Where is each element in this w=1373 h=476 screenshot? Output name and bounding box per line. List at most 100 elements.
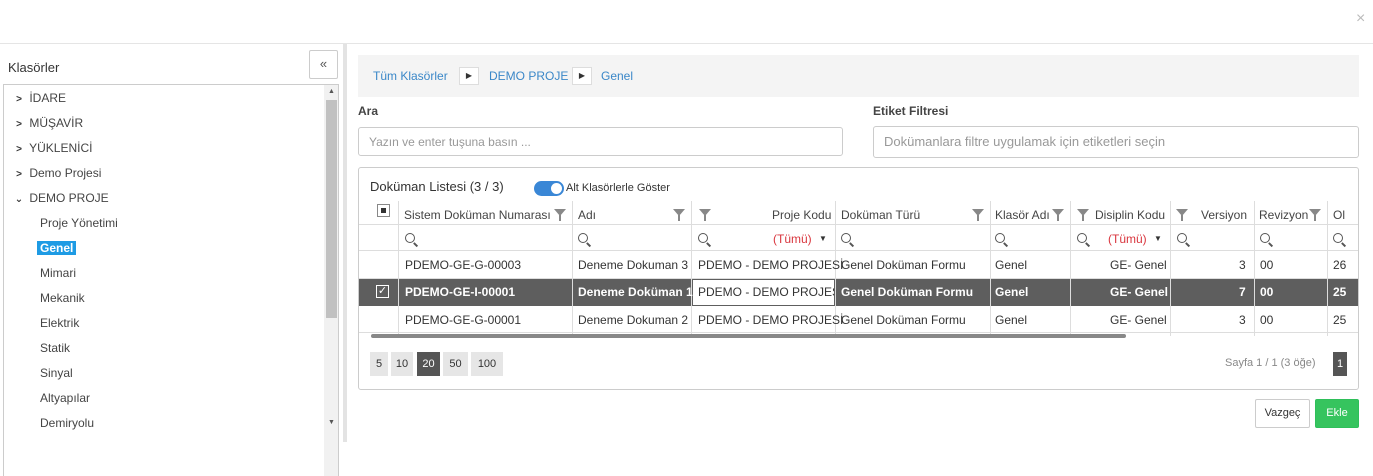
column-header-folder-name[interactable]: Klasör Adı [995, 204, 1050, 228]
page-size-5[interactable]: 5 [370, 352, 388, 376]
scroll-thumb[interactable] [326, 100, 337, 318]
cell-version: 3 [1239, 313, 1246, 327]
breadcrumb: Tüm Klasörler ▶ DEMO PROJE ▶ Genel [358, 55, 1359, 97]
chevron-right-icon[interactable]: > [12, 115, 26, 135]
discipline-filter-select[interactable]: (Tümü) [1108, 232, 1147, 246]
tree-item-musavir[interactable]: > MÜŞAVİR [12, 113, 83, 133]
column-header-name[interactable]: Adı [578, 204, 596, 228]
folder-panel-title: Klasörler [8, 60, 60, 75]
tree-item-genel[interactable]: Genel [37, 238, 77, 258]
project-code-filter-select[interactable]: (Tümü) [773, 232, 812, 246]
column-header-ol[interactable]: Ol [1333, 204, 1345, 228]
chevron-right-icon[interactable]: ▶ [459, 67, 479, 85]
filter-icon[interactable] [1176, 209, 1188, 221]
column-header-discipline-code[interactable]: Disiplin Kodu [1095, 204, 1165, 228]
column-header-system-no[interactable]: Sistem Doküman Numarası [404, 204, 551, 228]
search-icon[interactable] [1260, 233, 1270, 243]
column-divider [398, 201, 399, 336]
tree-item-label: Sinyal [40, 366, 73, 380]
column-header-revision[interactable]: Revizyon [1259, 204, 1308, 228]
search-icon[interactable] [1077, 233, 1087, 243]
tree-item-label: YÜKLENİCİ [29, 141, 93, 155]
tree-item-mimari[interactable]: Mimari [40, 263, 76, 283]
filter-icon[interactable] [673, 209, 685, 221]
search-icon[interactable] [1177, 233, 1187, 243]
page-size-20[interactable]: 20 [417, 352, 440, 376]
close-icon[interactable]: × [1356, 10, 1365, 28]
row-checkbox[interactable]: ✓ [376, 285, 389, 298]
filter-icon[interactable] [1077, 209, 1089, 221]
tree-item-label: Statik [40, 341, 71, 355]
select-all-checkbox[interactable] [377, 204, 390, 217]
tree-item-statik[interactable]: Statik [40, 338, 70, 358]
subfolders-toggle[interactable] [534, 181, 564, 196]
cell-revision: 00 [1260, 285, 1274, 299]
filter-row-divider [359, 250, 1358, 251]
page-size-100[interactable]: 100 [471, 352, 503, 376]
tree-item-demo-projesi[interactable]: > Demo Projesi [12, 163, 101, 183]
search-icon[interactable] [698, 233, 708, 243]
cancel-button[interactable]: Vazgeç [1255, 399, 1310, 428]
page-button-1[interactable]: 1 [1333, 352, 1347, 376]
cell-system-no: PDEMO-GE-G-00003 [405, 258, 522, 272]
page-size-50[interactable]: 50 [443, 352, 468, 376]
column-header-project-code[interactable]: Proje Kodu [772, 204, 831, 228]
tree-item-sinyal[interactable]: Sinyal [40, 363, 73, 383]
filter-icon[interactable] [554, 209, 566, 221]
cell-name: Deneme Dokuman 2 [578, 313, 689, 327]
cell-discipline-code: GE- Genel [1110, 258, 1167, 272]
search-icon[interactable] [405, 233, 415, 243]
tree-item-mekanik[interactable]: Mekanik [40, 288, 85, 308]
breadcrumb-item-genel[interactable]: Genel [601, 69, 633, 83]
column-header-document-type[interactable]: Doküman Türü [841, 204, 920, 228]
breadcrumb-item-demo-proje[interactable]: DEMO PROJE [489, 69, 568, 83]
chevron-right-icon[interactable]: > [12, 140, 26, 160]
filter-icon[interactable] [1309, 209, 1321, 221]
cell-name: Deneme Doküman 1 [578, 285, 693, 299]
search-icon[interactable] [578, 233, 588, 243]
tree-item-proje-yonetimi[interactable]: Proje Yönetimi [40, 213, 118, 233]
tree-item-label: Proje Yönetimi [40, 216, 118, 230]
cell-project-code: PDEMO - DEMO PROJESİ [698, 258, 844, 272]
search-input[interactable]: Yazın ve enter tuşuna basın ... [358, 127, 843, 156]
chevron-right-icon[interactable]: > [12, 90, 26, 110]
chevron-right-icon[interactable]: > [12, 165, 26, 185]
tree-scrollbar[interactable]: ▲ ▼ [324, 85, 338, 476]
add-button[interactable]: Ekle [1315, 399, 1359, 428]
chevron-right-icon[interactable]: ▶ [572, 67, 592, 85]
chevron-down-icon[interactable]: ▼ [819, 234, 827, 243]
panel-splitter[interactable] [343, 44, 347, 442]
chevron-down-icon[interactable]: ▼ [1154, 234, 1162, 243]
search-icon[interactable] [1333, 233, 1343, 243]
search-icon[interactable] [995, 233, 1005, 243]
search-icon[interactable] [841, 233, 851, 243]
page-info: Sayfa 1 / 1 (3 öğe) [1225, 357, 1316, 369]
collapse-panel-button[interactable]: « [309, 50, 338, 79]
scroll-down-icon[interactable]: ▼ [326, 417, 337, 429]
tree-item-elektrik[interactable]: Elektrik [40, 313, 79, 333]
column-divider [1254, 201, 1255, 336]
tree-item-label: DEMO PROJE [29, 191, 109, 205]
chevron-down-icon[interactable]: ⌄ [12, 190, 26, 210]
column-header-version[interactable]: Versiyon [1201, 204, 1247, 228]
filter-icon[interactable] [972, 209, 984, 221]
filter-icon[interactable] [1052, 209, 1064, 221]
cell-name: Deneme Dokuman 3 [578, 258, 689, 272]
tree-item-demo-proje[interactable]: ⌄ DEMO PROJE [12, 188, 109, 208]
tree-item-yuklenici[interactable]: > YÜKLENİCİ [12, 138, 92, 158]
tree-item-idare[interactable]: > İDARE [12, 88, 66, 108]
horizontal-scrollbar[interactable] [371, 334, 1126, 338]
filter-icon[interactable] [699, 209, 711, 221]
breadcrumb-item-all[interactable]: Tüm Klasörler [373, 69, 448, 83]
scroll-up-icon[interactable]: ▲ [326, 86, 337, 98]
tree-item-altyapilar[interactable]: Altyapılar [40, 388, 90, 408]
cell-revision: 00 [1260, 258, 1274, 272]
tree-item-demiryolu[interactable]: Demiryolu [40, 413, 94, 433]
folder-tree: > İDARE > MÜŞAVİR > YÜKLENİCİ > Demo Pro… [3, 84, 339, 476]
tag-filter-input[interactable]: Dokümanlara filtre uygulamak için etiket… [873, 126, 1359, 158]
column-divider [1170, 201, 1171, 336]
page-size-10[interactable]: 10 [391, 352, 413, 376]
cell-project-code: PDEMO - DEMO PROJESİ [693, 280, 834, 305]
column-divider [990, 201, 991, 336]
cell-project-code: PDEMO - DEMO PROJESİ [698, 313, 844, 327]
